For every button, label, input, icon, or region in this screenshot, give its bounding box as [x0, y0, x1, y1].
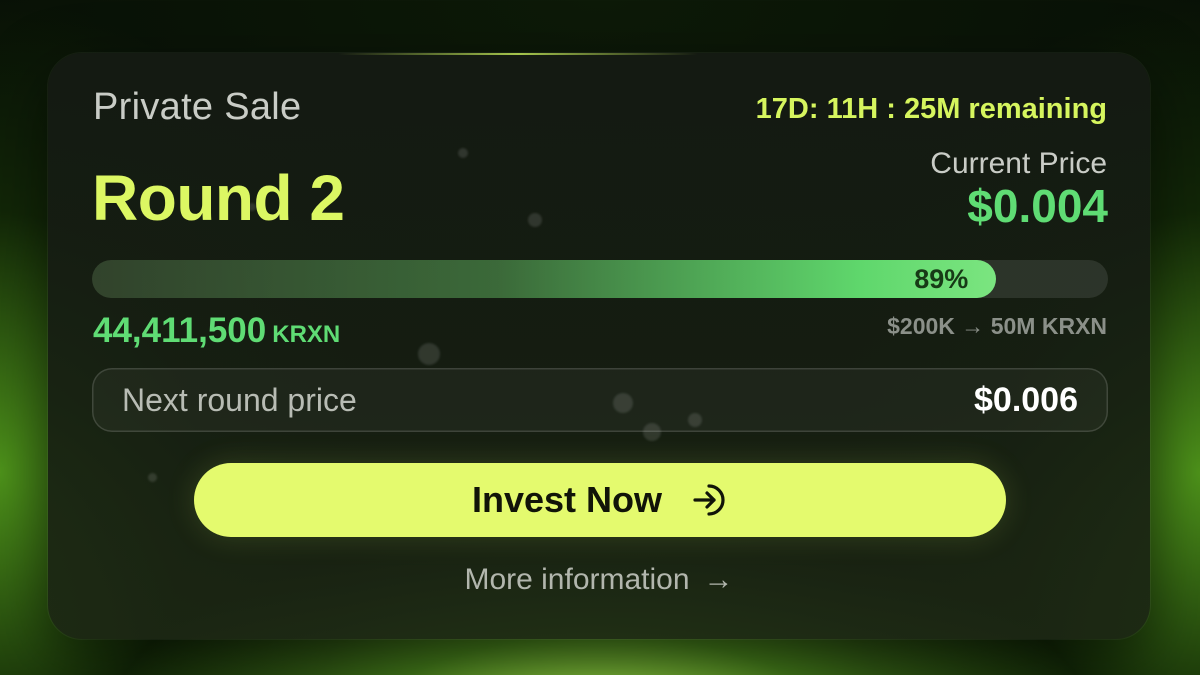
current-price-value: $0.004: [967, 180, 1108, 232]
more-information-label: More information: [464, 563, 690, 596]
tokens-raised: 44,411,500 KRXN: [93, 311, 340, 351]
sale-progress-fill: [92, 260, 997, 298]
round-title: Round 2: [92, 162, 345, 234]
sparkle: [148, 473, 157, 482]
countdown-timer: 17D: 11H : 25M remaining: [755, 93, 1107, 125]
next-round-value: $0.006: [974, 381, 1078, 419]
card-top-glow: [338, 53, 698, 55]
arrow-right-icon: →: [703, 563, 734, 596]
sale-target: $200K → 50M KRXN: [887, 313, 1107, 339]
next-round-price-box: Next round price $0.006: [92, 368, 1108, 432]
current-price-label: Current Price: [930, 147, 1107, 180]
more-information-link[interactable]: More information →: [48, 563, 1150, 597]
presale-card: Private Sale 17D: 11H : 25M remaining Ro…: [48, 53, 1150, 639]
invest-now-button[interactable]: Invest Now: [194, 463, 1006, 537]
sale-progress-percent: 89%: [914, 264, 969, 294]
next-round-label: Next round price: [122, 382, 357, 418]
page-background: Private Sale 17D: 11H : 25M remaining Ro…: [0, 0, 1200, 675]
sale-progress-bar: 89%: [92, 260, 1108, 298]
arrow-into-circle-icon: [690, 481, 728, 519]
sparkle: [458, 148, 468, 158]
sparkle: [418, 343, 440, 365]
tokens-raised-amount: 44,411,500: [93, 311, 267, 350]
sparkle: [528, 213, 542, 227]
invest-now-label: Invest Now: [471, 479, 663, 520]
tokens-raised-unit: KRXN: [272, 321, 341, 348]
sale-stage-label: Private Sale: [93, 86, 302, 128]
